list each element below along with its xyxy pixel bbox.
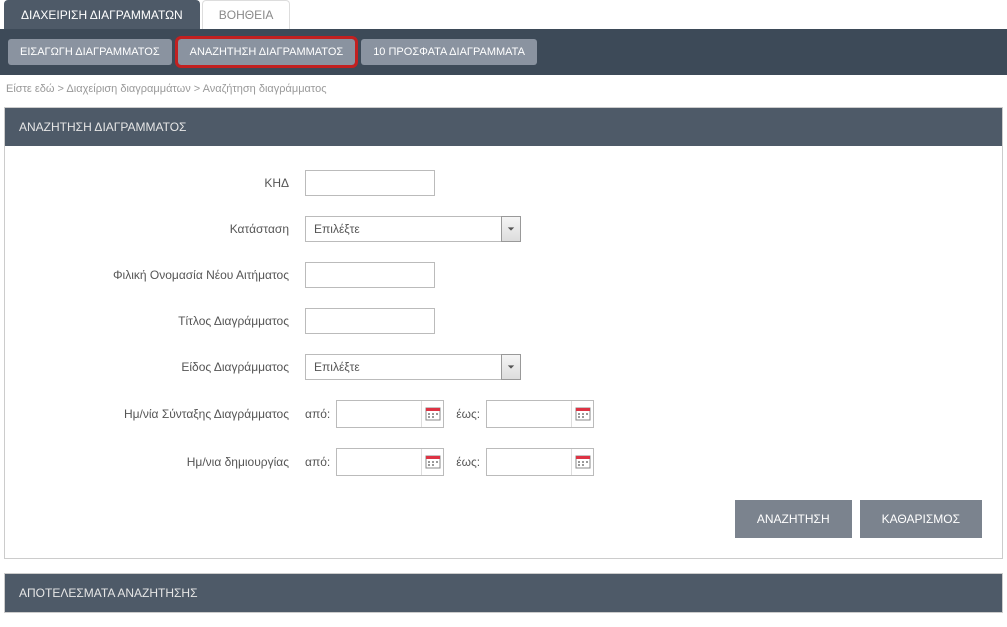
create-to-calendar-button[interactable] [571,449,593,475]
breadcrumb: Είστε εδώ > Διαχείριση διαγραμμάτων > Αν… [0,75,1007,107]
diagram-type-label: Είδος Διαγράμματος [25,360,305,374]
primary-tabs: ΔΙΑΧΕΙΡΙΣΗ ΔΙΑΓΡΑΜΜΑΤΩΝ ΒΟΗΘΕΙΑ [0,0,1007,29]
compose-date-label: Ημ/νία Σύνταξης Διαγράμματος [25,407,305,421]
chevron-down-icon [507,360,515,374]
create-to-wrap [486,448,594,476]
status-select-value: Επιλέξτε [305,216,501,242]
friendly-name-label: Φιλική Ονομασία Νέου Αιτήματος [25,268,305,282]
compose-to-input[interactable] [487,401,571,427]
results-panel: ΑΠΟΤΕΛΕΣΜΑΤΑ ΑΝΑΖΗΤΗΣΗΣ [4,573,1003,613]
search-panel-title: ΑΝΑΖΗΤΗΣΗ ΔΙΑΓΡΑΜΜΑΤΟΣ [5,108,1002,146]
compose-from-calendar-button[interactable] [421,401,443,427]
diagram-type-select[interactable]: Επιλέξτε [305,354,521,380]
results-panel-title: ΑΠΟΤΕΛΕΣΜΑΤΑ ΑΝΑΖΗΤΗΣΗΣ [5,574,1002,612]
create-date-label: Ημ/νια δημιουργίας [25,455,305,469]
chevron-down-icon [507,222,515,236]
compose-to-label: έως: [456,407,480,421]
create-from-calendar-button[interactable] [421,449,443,475]
diagram-title-input[interactable] [305,308,435,334]
calendar-icon [575,405,591,424]
status-dropdown-button[interactable] [501,216,521,242]
search-form: ΚΗΔ Κατάσταση Επιλέξτε Φιλική Ονομασία Ν… [5,146,1002,558]
create-from-wrap [336,448,444,476]
compose-to-wrap [486,400,594,428]
search-button[interactable]: ΑΝΑΖΗΤΗΣΗ [735,500,852,538]
compose-to-calendar-button[interactable] [571,401,593,427]
compose-from-wrap [336,400,444,428]
create-from-input[interactable] [337,449,421,475]
friendly-name-input[interactable] [305,262,435,288]
search-panel: ΑΝΑΖΗΤΗΣΗ ΔΙΑΓΡΑΜΜΑΤΟΣ ΚΗΔ Κατάσταση Επι… [4,107,1003,559]
compose-from-label: από: [305,407,330,421]
subtab-recent-diagrams[interactable]: 10 ΠΡΟΣΦΑΤΑ ΔΙΑΓΡΑΜΜΑΤΑ [361,39,537,65]
clear-button[interactable]: ΚΑΘΑΡΙΣΜΟΣ [860,500,982,538]
create-to-input[interactable] [487,449,571,475]
tab-manage-diagrams[interactable]: ΔΙΑΧΕΙΡΙΣΗ ΔΙΑΓΡΑΜΜΑΤΩΝ [4,0,200,29]
status-select[interactable]: Επιλέξτε [305,216,521,242]
calendar-icon [425,405,441,424]
calendar-icon [575,453,591,472]
khd-input[interactable] [305,170,435,196]
create-from-label: από: [305,455,330,469]
khd-label: ΚΗΔ [25,176,305,190]
status-label: Κατάσταση [25,222,305,236]
subtab-search-diagram[interactable]: ΑΝΑΖΗΤΗΣΗ ΔΙΑΓΡΑΜΜΑΤΟΣ [178,39,356,65]
calendar-icon [425,453,441,472]
compose-from-input[interactable] [337,401,421,427]
sub-tabs-bar: ΕΙΣΑΓΩΓΗ ΔΙΑΓΡΑΜΜΑΤΟΣ ΑΝΑΖΗΤΗΣΗ ΔΙΑΓΡΑΜΜ… [0,29,1007,75]
diagram-type-dropdown-button[interactable] [501,354,521,380]
tab-help[interactable]: ΒΟΗΘΕΙΑ [202,0,291,29]
diagram-type-select-value: Επιλέξτε [305,354,501,380]
diagram-title-label: Τίτλος Διαγράμματος [25,314,305,328]
create-to-label: έως: [456,455,480,469]
subtab-insert-diagram[interactable]: ΕΙΣΑΓΩΓΗ ΔΙΑΓΡΑΜΜΑΤΟΣ [8,39,172,65]
